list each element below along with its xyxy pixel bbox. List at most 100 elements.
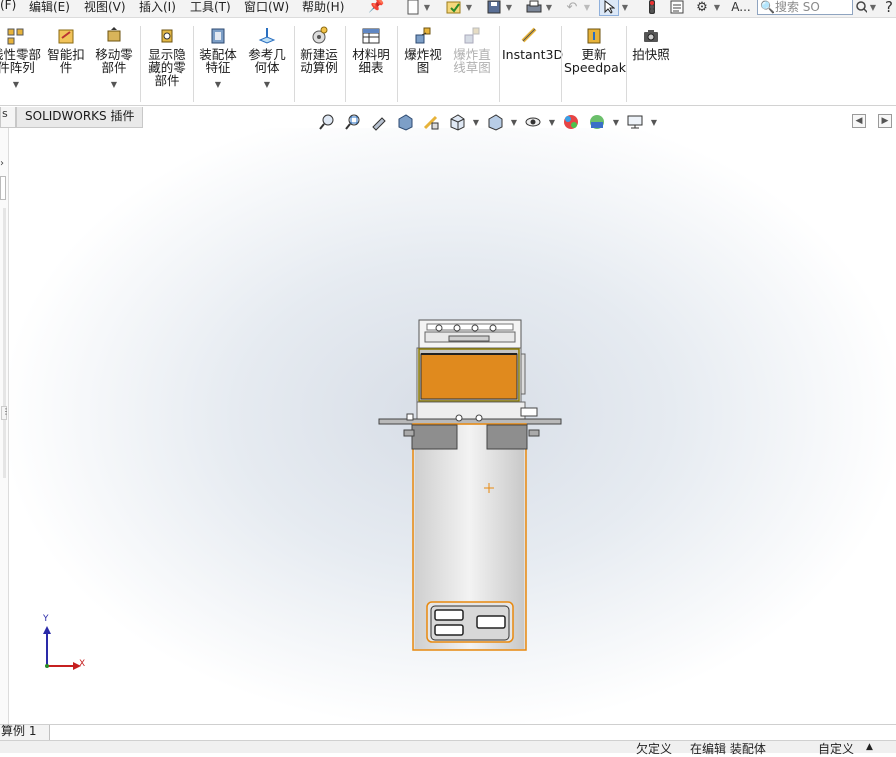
display-style-icon[interactable] xyxy=(484,111,506,133)
open-dropdown-icon[interactable]: ▼ xyxy=(465,0,473,16)
undo-icon[interactable]: ↶ xyxy=(563,0,581,16)
menu-insert[interactable]: 插入(I) xyxy=(139,0,176,15)
previous-view-icon[interactable] xyxy=(368,111,390,133)
search-input[interactable]: 🔍搜索 SO xyxy=(757,0,853,15)
select-dropdown-icon[interactable]: ▼ xyxy=(621,0,629,16)
ribbon-separator xyxy=(294,26,295,102)
open-icon[interactable] xyxy=(445,0,463,16)
undo-dropdown-icon[interactable]: ▼ xyxy=(583,0,591,16)
show-hidden-components-button[interactable]: 显示隐 藏的零 部件 xyxy=(144,26,190,87)
ribbon-separator xyxy=(626,26,627,102)
smart-fasteners-button[interactable]: 智能扣 件 xyxy=(44,26,88,74)
print-icon[interactable] xyxy=(525,0,543,16)
save-icon[interactable] xyxy=(485,0,503,16)
hide-show-items-icon[interactable] xyxy=(522,111,544,133)
save-dropdown-icon[interactable]: ▼ xyxy=(505,0,513,16)
file-properties-icon[interactable] xyxy=(668,0,686,16)
dynamic-annotation-icon[interactable] xyxy=(420,111,442,133)
status-bar: 欠定义 在编辑 装配体 自定义 ▲ xyxy=(0,740,896,756)
menu-edit[interactable]: 编辑(E) xyxy=(29,0,70,15)
new-dropdown-icon[interactable]: ▼ xyxy=(423,0,431,16)
print-dropdown-icon[interactable]: ▼ xyxy=(545,0,553,16)
zoom-to-fit-icon[interactable] xyxy=(316,111,338,133)
tab-solidworks-addins[interactable]: SOLIDWORKS 插件 xyxy=(16,107,144,128)
bill-of-materials-button[interactable]: 材料明 细表 xyxy=(348,26,394,74)
exploded-view-button[interactable]: 爆炸视 图 xyxy=(400,26,446,74)
view-orientation-dropdown-icon[interactable]: ▼ xyxy=(472,111,480,133)
camera-icon xyxy=(644,30,658,42)
ribbon-separator xyxy=(140,26,141,102)
study-tabs: 算例 1 xyxy=(0,724,896,741)
pin-icon[interactable]: 📌 xyxy=(368,0,384,14)
tab-partial-left[interactable]: s xyxy=(0,107,16,128)
linear-component-pattern-button[interactable]: 线性零部 件阵列 ▼ xyxy=(0,26,42,91)
options-dropdown-icon[interactable]: ▼ xyxy=(713,0,721,16)
explode-line-sketch-icon xyxy=(464,27,480,44)
collapse-arrow-icon[interactable]: › xyxy=(0,158,4,169)
show-hidden-components-icon xyxy=(161,29,173,43)
menu-help[interactable]: 帮助(H) xyxy=(302,0,344,15)
ribbon-separator xyxy=(499,26,500,102)
chevron-down-icon[interactable]: ▼ xyxy=(244,78,290,91)
viewport-restore-icon[interactable]: ◀ xyxy=(852,114,866,128)
tab-study-1[interactable]: 算例 1 xyxy=(0,725,50,741)
ribbon-separator xyxy=(345,26,346,102)
new-motion-study-button[interactable]: 新建运 动算例 xyxy=(296,26,342,74)
status-units-custom[interactable]: 自定义 xyxy=(818,740,854,757)
panel-tab-handle[interactable] xyxy=(0,176,6,200)
view-settings-monitor-icon[interactable] xyxy=(624,111,646,133)
speedpak-icon xyxy=(587,28,601,44)
reference-geometry-button[interactable]: 参考几 何体 ▼ xyxy=(244,26,290,91)
search-magnifier-icon[interactable] xyxy=(855,0,867,16)
move-component-button[interactable]: 移动零 部件 ▼ xyxy=(92,26,136,91)
units-caret-up-icon[interactable]: ▲ xyxy=(866,742,873,752)
scene-dropdown-icon[interactable]: ▼ xyxy=(612,111,620,133)
chevron-down-icon[interactable]: ▼ xyxy=(0,78,42,91)
exploded-view-label: 爆炸视 图 xyxy=(404,47,442,75)
edit-appearance-icon[interactable] xyxy=(560,111,582,133)
move-component-icon xyxy=(107,27,121,42)
top-mechanism xyxy=(418,319,522,349)
status-editing-assembly: 在编辑 装配体 xyxy=(690,742,766,756)
chevron-down-icon[interactable]: ▼ xyxy=(196,78,240,91)
menu-tools[interactable]: 工具(T) xyxy=(190,0,231,15)
assembly-features-button[interactable]: 装配体 特征 ▼ xyxy=(196,26,240,91)
viewport-expand-icon[interactable]: ▶ xyxy=(878,114,892,128)
graphics-viewport[interactable]: Y X xyxy=(9,128,896,724)
zoom-to-area-icon[interactable] xyxy=(342,111,364,133)
smart-fasteners-icon xyxy=(58,29,74,44)
options-gear-icon[interactable]: ⚙ xyxy=(693,0,711,16)
rebuild-traffic-light-icon[interactable] xyxy=(645,0,659,16)
command-manager-ribbon: 线性零部 件阵列 ▼ 智能扣 件 移动零 部件 ▼ 显示隐 藏的零 部件 装配体… xyxy=(0,18,896,106)
take-snapshot-button[interactable]: 拍快照 xyxy=(628,26,674,61)
instant3d-button[interactable]: Instant3D xyxy=(502,26,563,61)
chevron-down-icon[interactable]: ▼ xyxy=(92,78,136,91)
assembly-features-icon xyxy=(211,28,225,44)
search-placeholder: 搜索 SO xyxy=(774,0,820,14)
assembly-model[interactable] xyxy=(9,128,896,724)
explode-line-sketch-button[interactable]: 爆炸直 线草图 xyxy=(449,26,495,74)
apply-scene-icon[interactable] xyxy=(586,111,608,133)
menu-window[interactable]: 窗口(W) xyxy=(244,0,289,15)
panel-scroll-track[interactable] xyxy=(3,208,6,478)
view-settings-dropdown-icon[interactable]: ▼ xyxy=(650,111,658,133)
update-speedpak-button[interactable]: 更新 Speedpak xyxy=(564,26,626,74)
reference-triad xyxy=(43,626,81,670)
display-style-dropdown-icon[interactable]: ▼ xyxy=(510,111,518,133)
menu-view[interactable]: 视图(V) xyxy=(84,0,126,15)
menu-file[interactable]: (F) xyxy=(0,0,16,12)
section-view-icon[interactable] xyxy=(394,111,416,133)
panel-splitter-icon[interactable]: ⋮ xyxy=(1,406,10,420)
new-motion-study-label: 新建运 动算例 xyxy=(300,47,338,75)
help-icon[interactable]: ? xyxy=(883,0,895,16)
triad-y-label: Y xyxy=(43,614,49,624)
feature-manager-collapsed[interactable]: › ⋮ xyxy=(0,128,10,724)
new-document-icon[interactable] xyxy=(405,0,421,16)
select-cursor-icon[interactable] xyxy=(599,0,619,16)
linear-pattern-icon xyxy=(7,28,24,45)
linear-component-pattern-label: 线性零部 件阵列 xyxy=(0,47,41,75)
view-orientation-icon[interactable] xyxy=(446,111,468,133)
overflow-label[interactable]: A... xyxy=(731,0,751,16)
hide-show-dropdown-icon[interactable]: ▼ xyxy=(548,111,556,133)
search-dropdown-icon[interactable]: ▼ xyxy=(869,0,877,16)
